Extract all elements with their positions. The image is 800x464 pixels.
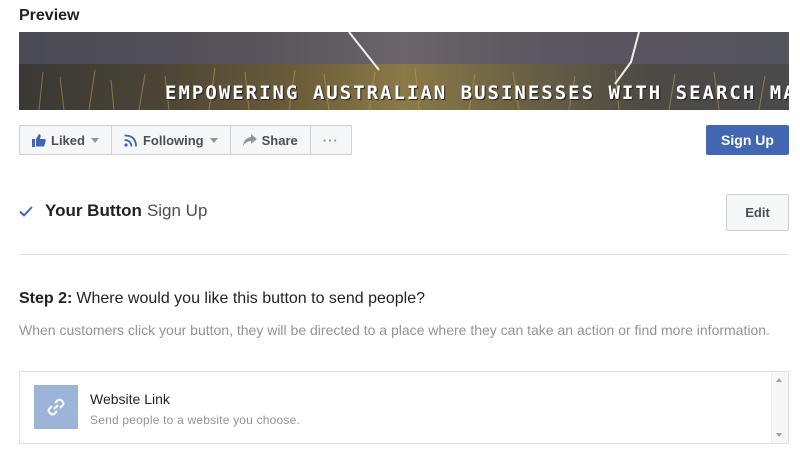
your-button-title: Your Button [45, 201, 142, 220]
step-description: When customers click your button, they w… [19, 322, 770, 338]
option-title: Website Link [90, 391, 170, 407]
share-button[interactable]: Share [229, 125, 311, 155]
more-options-button[interactable]: ··· [309, 125, 352, 155]
website-link-option[interactable]: Website Link Send people to a website yo… [19, 371, 789, 444]
following-label: Following [142, 132, 204, 148]
following-button[interactable]: Following [110, 125, 231, 155]
sign-up-button[interactable]: Sign Up [706, 125, 789, 155]
chevron-down-icon [90, 137, 99, 143]
scroll-up-icon[interactable] [776, 378, 782, 382]
your-button-value: Sign Up [146, 201, 208, 220]
share-arrow-icon [242, 134, 257, 146]
chevron-down-icon [209, 137, 218, 143]
rss-icon [124, 134, 137, 147]
option-subtitle: Send people to a website you choose. [90, 413, 301, 427]
link-icon [34, 385, 78, 429]
cover-tagline: EMPOWERING AUSTRALIAN BUSINESSES WITH SE… [165, 82, 789, 104]
cover-photo: EMPOWERING AUSTRALIAN BUSINESSES WITH SE… [19, 32, 789, 110]
thumbs-up-icon [32, 133, 46, 147]
liked-label: Liked [51, 132, 85, 148]
scroll-down-icon[interactable] [776, 433, 782, 437]
scrollbar[interactable] [771, 372, 788, 443]
step-question: Where would you like this button to send… [76, 290, 426, 307]
your-button-row: Your Button Sign Up [19, 201, 207, 221]
step-heading: Step 2: Where would you like this button … [19, 290, 425, 308]
preview-title: Preview [19, 7, 80, 24]
liked-button[interactable]: Liked [19, 125, 112, 155]
step-label: Step 2: [19, 290, 73, 307]
more-icon: ··· [322, 132, 339, 148]
edit-button[interactable]: Edit [726, 194, 789, 231]
section-divider [19, 254, 789, 255]
share-label: Share [261, 132, 298, 148]
page-action-bar: Liked Following Share ··· [19, 125, 352, 155]
checkmark-icon [19, 205, 33, 217]
